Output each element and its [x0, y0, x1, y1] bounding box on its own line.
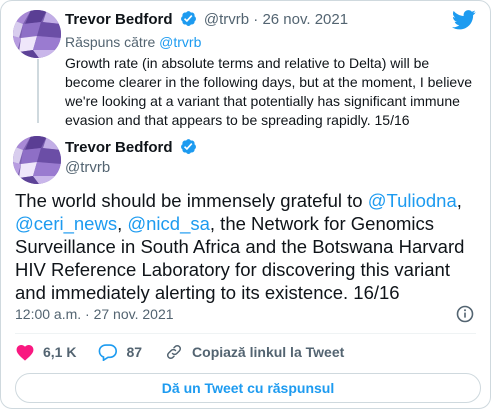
replying-to-handle[interactable]: @trvrb: [159, 34, 201, 50]
info-icon[interactable]: [456, 305, 474, 328]
divider: [15, 333, 476, 334]
author-name[interactable]: Trevor Bedford: [65, 11, 173, 28]
reply-count: 87: [126, 344, 143, 360]
like-button[interactable]: 6,1 K: [15, 343, 76, 361]
action-bar: 6,1 K 87 Copiază linkul la Tweet: [15, 343, 366, 361]
author-name[interactable]: Trevor Bedford: [65, 139, 173, 156]
copy-link-label: Copiază linkul la Tweet: [192, 344, 345, 360]
text-segment: ,: [117, 213, 128, 234]
mention-link[interactable]: @nicd_sa: [127, 213, 210, 234]
reply-count-button[interactable]: 87: [98, 343, 142, 361]
replying-to-label: Răspuns către: [65, 34, 156, 50]
text-segment: The world should be immensely grateful t…: [15, 190, 368, 211]
replying-to: Răspuns către @trvrb: [65, 34, 201, 50]
tweet-timestamp[interactable]: 12:00 a.m. · 27 nov. 2021: [15, 306, 174, 322]
main-author-row: Trevor Bedford: [65, 138, 200, 160]
heart-icon: [16, 345, 34, 361]
author-handle[interactable]: @trvrb: [65, 159, 110, 176]
mention-link[interactable]: @ceri_news: [15, 213, 117, 234]
like-count: 6,1 K: [43, 344, 77, 360]
twitter-bird-icon[interactable]: [452, 10, 476, 35]
reply-tweet-header: Trevor Bedford @trvrb · 26 nov. 2021: [65, 10, 348, 31]
reply-button[interactable]: Dă un Tweet cu răspunsul: [15, 373, 481, 403]
main-tweet-text: The world should be immensely grateful t…: [15, 189, 481, 304]
link-icon: [167, 344, 182, 360]
copy-link-button[interactable]: Copiază linkul la Tweet: [164, 343, 344, 361]
mention-link[interactable]: @Tuliodna: [368, 190, 457, 211]
avatar[interactable]: [13, 136, 61, 184]
verified-badge-icon: [180, 138, 197, 160]
tweet-date[interactable]: 26 nov. 2021: [262, 11, 348, 28]
separator: ·: [253, 11, 259, 28]
text-segment: ,: [456, 190, 462, 211]
verified-badge-icon: [180, 10, 197, 31]
reply-tweet-text: Growth rate (in absolute terms and relat…: [65, 55, 472, 128]
tweet-embed-card: Trevor Bedford @trvrb · 26 nov. 2021 Răs…: [0, 0, 491, 409]
author-handle[interactable]: @trvrb: [204, 11, 249, 28]
thread-line: [37, 59, 39, 123]
comment-icon: [99, 344, 118, 361]
avatar[interactable]: [13, 10, 61, 58]
